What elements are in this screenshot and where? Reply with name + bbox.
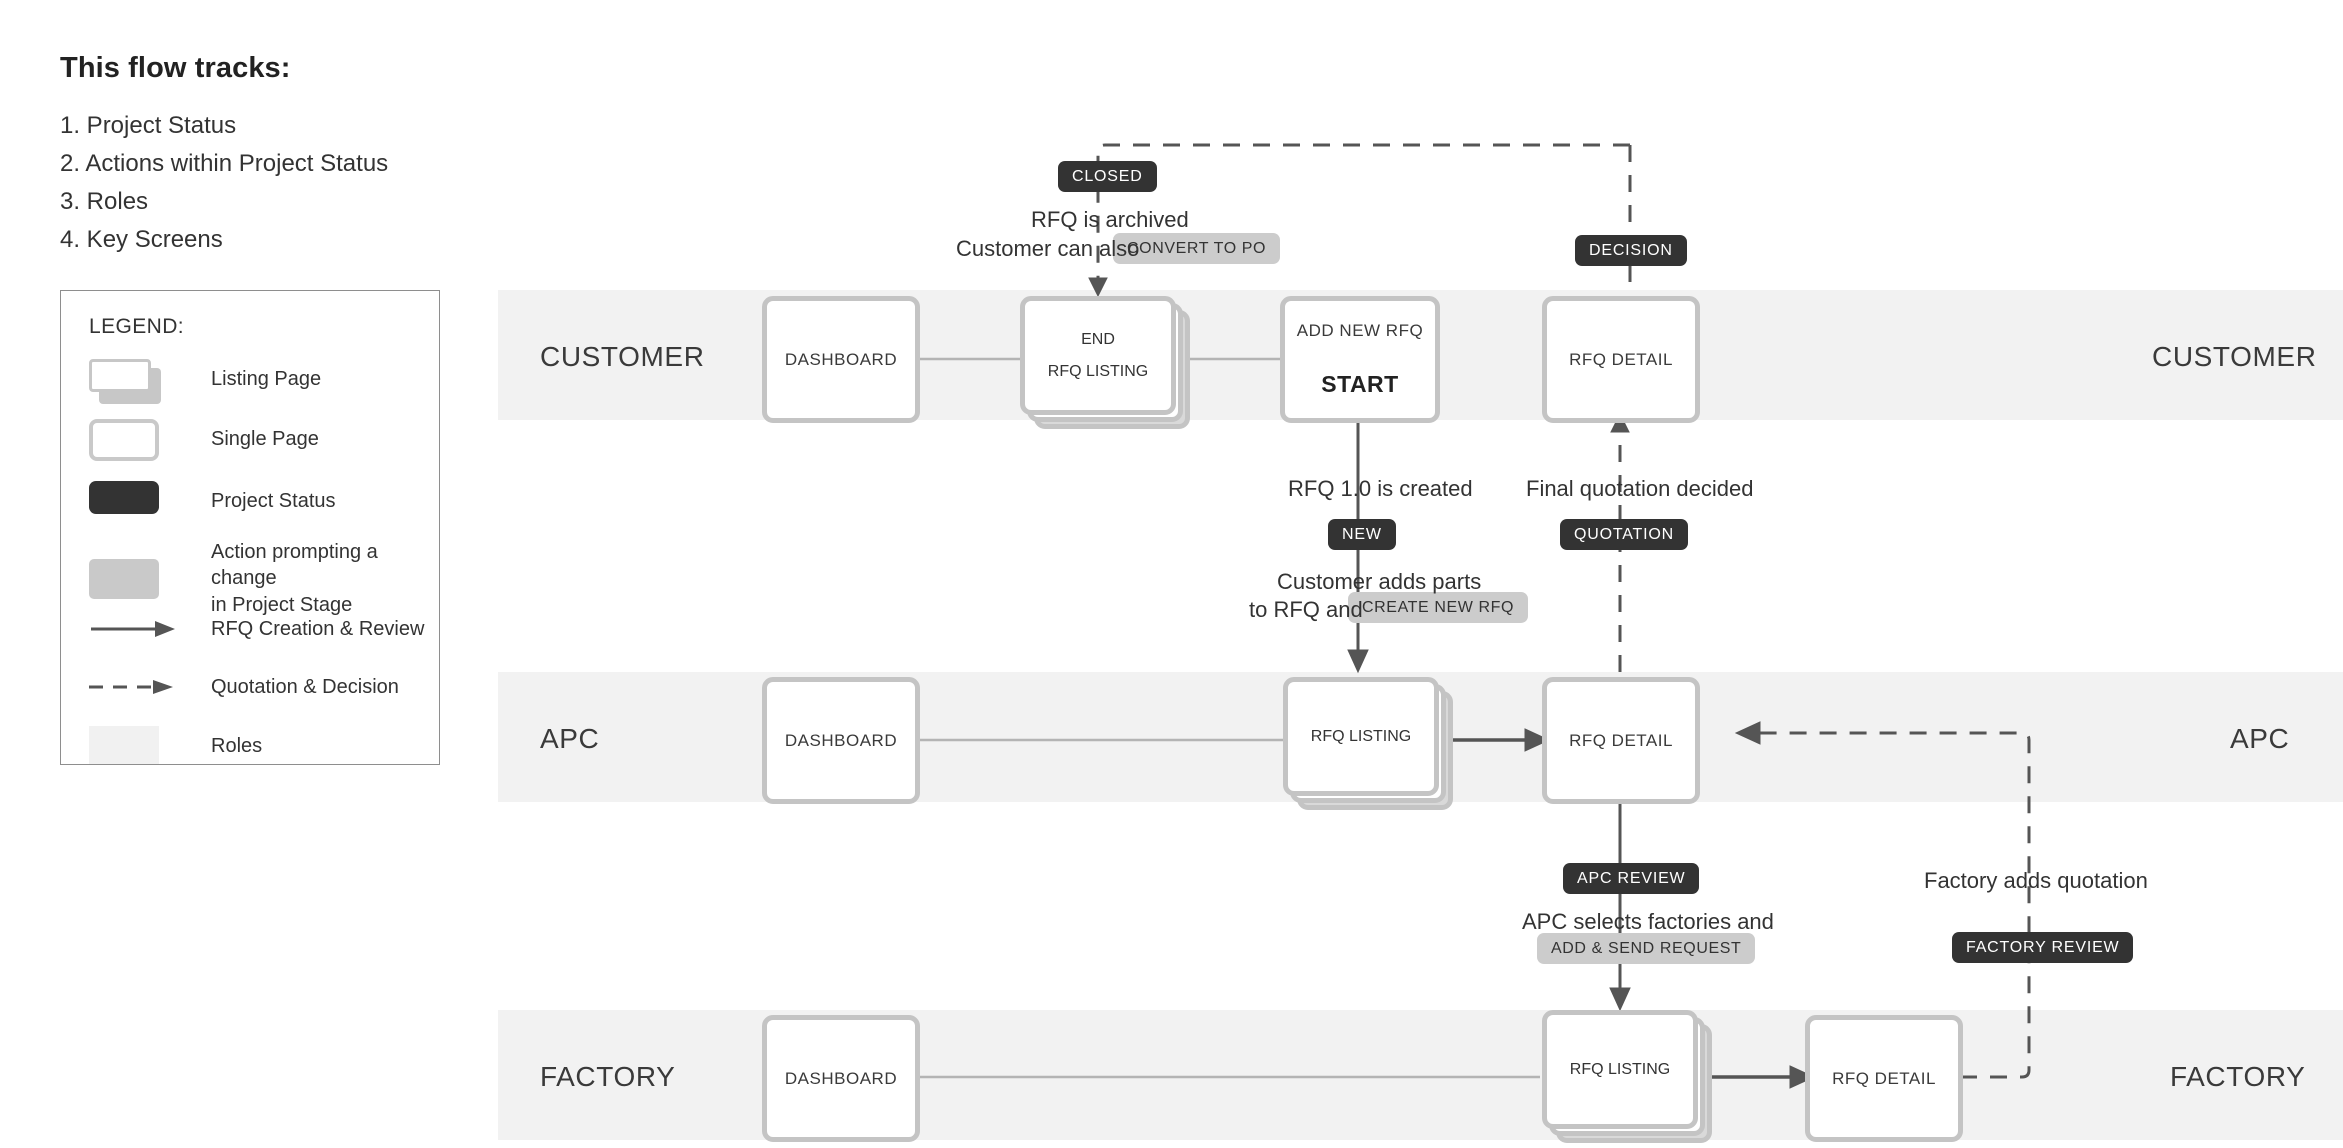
legend-item-solid-arrow: RFQ Creation & Review	[89, 616, 424, 642]
intro-item-1: 1. Project Status	[60, 112, 237, 139]
node-customer-dashboard-label: DASHBOARD	[784, 349, 898, 369]
intro-item-2: 2. Actions within Project Status	[60, 149, 389, 177]
project-status-swatch	[89, 481, 161, 521]
lane-label-customer-right: CUSTOMER	[2152, 341, 2317, 372]
legend-label-solid-arrow: RFQ Creation & Review	[211, 618, 425, 640]
legend-label-project-status: Project Status	[211, 489, 336, 512]
node-factory-rfq-detail-label: RFQ DETAIL	[1832, 1068, 1936, 1088]
legend-item-dashed-arrow: Quotation & Decision	[89, 674, 399, 700]
annotation-factory-adds-quotation: Factory adds quotation	[1924, 868, 2148, 893]
lane-label-factory-left: FACTORY	[540, 1061, 676, 1092]
node-factory-dashboard-label: DASHBOARD	[784, 1068, 898, 1088]
node-customer-add-new-rfq-label: ADD NEW RFQ	[1296, 321, 1424, 340]
status-pill-quotation: QUOTATION	[1560, 519, 1688, 550]
lane-label-apc-right: APC	[2230, 723, 2290, 754]
node-customer-rfq-detail[interactable]: RFQ DETAIL	[1542, 296, 1700, 423]
legend-item-single-page: Single Page	[89, 419, 319, 461]
legend-label-action: Action prompting a change in Project Sta…	[211, 541, 378, 616]
status-pill-decision: DECISION	[1575, 235, 1687, 266]
node-apc-rfq-detail[interactable]: RFQ DETAIL	[1542, 677, 1700, 804]
roles-swatch	[89, 726, 161, 766]
legend-item-project-status: Project Status	[89, 481, 336, 521]
dashed-arrow-swatch	[89, 678, 177, 696]
status-pill-closed: CLOSED	[1058, 161, 1157, 192]
node-customer-add-new-rfq-start-label: START	[1321, 371, 1399, 397]
intro-item-4: 4. Key Screens	[60, 225, 223, 253]
annotation-customer-adds-parts: Customer adds parts	[1277, 569, 1482, 594]
single-page-swatch	[89, 419, 161, 461]
intro-list: 1. Project Status 2. Actions within Proj…	[60, 107, 480, 259]
node-factory-rfq-listing-label: RFQ LISTING	[1569, 1060, 1671, 1078]
action-swatch	[89, 558, 161, 599]
node-customer-rfq-listing[interactable]: END RFQ LISTING	[1020, 296, 1190, 429]
lane-label-apc-left: APC	[540, 723, 600, 754]
node-apc-rfq-detail-label: RFQ DETAIL	[1569, 730, 1673, 750]
legend-label-single-page: Single Page	[211, 427, 319, 450]
annotation-rfq-archived: RFQ is archived	[1031, 207, 1189, 232]
legend-label-listing-page: Listing Page	[211, 367, 322, 390]
annotation-rfq-created: RFQ 1.0 is created	[1288, 476, 1473, 501]
legend-item-listing-page: Listing Page	[89, 359, 322, 404]
node-customer-rfq-detail-label: RFQ DETAIL	[1569, 349, 1673, 369]
annotation-to-rfq-and: to RFQ and	[1249, 597, 1363, 622]
intro-title: This flow tracks:	[60, 52, 291, 84]
annotation-apc-selects: APC selects factories and	[1522, 909, 1774, 934]
node-customer-rfq-listing-end-label: END	[1081, 330, 1115, 348]
lane-label-customer-left: CUSTOMER	[540, 341, 705, 372]
action-pill-add-send-request[interactable]: ADD & SEND REQUEST	[1537, 933, 1756, 964]
node-factory-rfq-listing[interactable]: RFQ LISTING	[1542, 1010, 1712, 1143]
legend-title: LEGEND:	[89, 315, 184, 338]
node-customer-dashboard[interactable]: DASHBOARD	[762, 296, 920, 423]
node-apc-rfq-listing-label: RFQ LISTING	[1310, 727, 1412, 745]
node-apc-dashboard-label: DASHBOARD	[784, 730, 898, 750]
legend-box: LEGEND: Listing Page Single Page Project…	[60, 290, 440, 765]
annotation-final-quotation: Final quotation decided	[1526, 476, 1754, 501]
legend-item-roles: Roles	[89, 726, 262, 766]
node-factory-dashboard[interactable]: DASHBOARD	[762, 1015, 920, 1142]
lane-label-factory-right: FACTORY	[2170, 1061, 2306, 1092]
solid-arrow-swatch	[89, 620, 177, 638]
flowchart-canvas: This flow tracks: 1. Project Status 2. A…	[0, 0, 2343, 1148]
legend-label-roles: Roles	[211, 734, 263, 757]
legend-item-action: Action prompting a change in Project Sta…	[89, 539, 439, 618]
legend-label-dashed-arrow: Quotation & Decision	[211, 676, 399, 698]
node-customer-rfq-listing-label: RFQ LISTING	[1047, 362, 1149, 380]
node-apc-dashboard[interactable]: DASHBOARD	[762, 677, 920, 804]
status-pill-apc-review: APC REVIEW	[1563, 863, 1700, 894]
status-pill-factory-review: FACTORY REVIEW	[1952, 932, 2134, 963]
status-pill-new: NEW	[1328, 519, 1396, 550]
listing-page-swatch	[89, 359, 161, 404]
annotation-customer-can-also: Customer can also	[956, 236, 1140, 261]
node-factory-rfq-detail[interactable]: RFQ DETAIL	[1805, 1015, 1963, 1142]
intro-item-3: 3. Roles	[60, 187, 149, 215]
node-apc-rfq-listing[interactable]: RFQ LISTING	[1283, 677, 1453, 810]
intro-block: This flow tracks: 1. Project Status 2. A…	[60, 52, 480, 259]
node-customer-add-new-rfq[interactable]: ADD NEW RFQ START	[1280, 296, 1440, 423]
